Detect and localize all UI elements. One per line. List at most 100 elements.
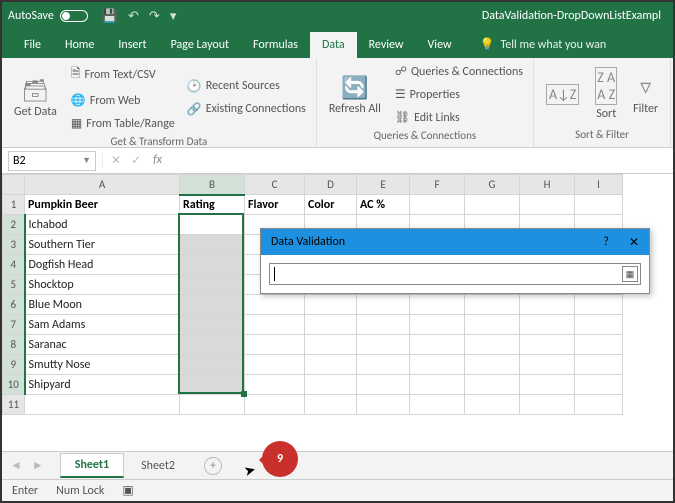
sheet-tab-2[interactable]: Sheet2 [126,454,190,477]
cell-C11[interactable] [245,395,305,415]
cell-G10[interactable] [465,375,520,395]
cell-A1[interactable]: Pumpkin Beer [25,195,180,215]
col-header-E[interactable]: E [357,175,410,195]
chevron-down-icon[interactable]: ▼ [82,155,91,166]
range-picker-icon[interactable]: ▦ [622,266,638,282]
cell-A9[interactable]: Smutty Nose [25,355,180,375]
data-validation-dialog[interactable]: Data Validation ? ✕ ▦ [260,228,650,294]
queries-button[interactable]: ☍Queries & Connections [393,62,525,81]
cell-B8[interactable] [180,335,245,355]
row-header-8[interactable]: 8 [3,335,25,355]
cell-E6[interactable] [357,295,410,315]
row-header-5[interactable]: 5 [3,275,25,295]
tab-data[interactable]: Data [310,32,357,58]
cell-A11[interactable] [25,395,180,415]
recent-sources-button[interactable]: 🕑Recent Sources [185,77,308,96]
source-range-input[interactable]: ▦ [269,263,641,285]
cell-H10[interactable] [520,375,575,395]
cell-H11[interactable] [520,395,575,415]
cell-B1[interactable]: Rating [180,195,245,215]
cell-B4[interactable] [180,255,245,275]
row-header-7[interactable]: 7 [3,315,25,335]
cell-D11[interactable] [305,395,357,415]
row-header-6[interactable]: 6 [3,295,25,315]
enter-icon[interactable]: ✓ [131,153,141,168]
cell-D1[interactable]: Color [305,195,357,215]
col-header-D[interactable]: D [305,175,357,195]
cell-C1[interactable]: Flavor [245,195,305,215]
cell-C7[interactable] [245,315,305,335]
cell-F1[interactable] [410,195,465,215]
from-web-button[interactable]: 🌐From Web [69,91,177,110]
cell-G7[interactable] [465,315,520,335]
cell-D6[interactable] [305,295,357,315]
cell-E7[interactable] [357,315,410,335]
cell-I1[interactable] [575,195,623,215]
cell-D9[interactable] [305,355,357,375]
sort-button[interactable]: Z AA ZSort [591,65,621,123]
cell-B3[interactable] [180,235,245,255]
refresh-all-button[interactable]: 🔄 Refresh All [325,72,385,117]
cell-G8[interactable] [465,335,520,355]
col-header-B[interactable]: B [180,175,245,195]
cell-B2[interactable] [180,215,245,235]
cell-E8[interactable] [357,335,410,355]
cell-A4[interactable]: Dogfish Head [25,255,180,275]
close-icon[interactable]: ✕ [629,235,639,250]
next-sheet-icon[interactable]: ► [32,458,44,473]
cell-H8[interactable] [520,335,575,355]
get-data-button[interactable]: 🗃 Get Data [10,75,61,120]
cell-F6[interactable] [410,295,465,315]
tab-insert[interactable]: Insert [106,32,158,58]
col-header-C[interactable]: C [245,175,305,195]
redo-icon[interactable]: ↷ [149,9,160,24]
cell-B9[interactable] [180,355,245,375]
cell-B5[interactable] [180,275,245,295]
tab-formulas[interactable]: Formulas [241,32,310,58]
cell-A8[interactable]: Saranac [25,335,180,355]
cancel-icon[interactable]: ✕ [111,153,121,168]
cell-I10[interactable] [575,375,623,395]
cell-H1[interactable] [520,195,575,215]
cell-A7[interactable]: Sam Adams [25,315,180,335]
cell-G11[interactable] [465,395,520,415]
tab-page-layout[interactable]: Page Layout [159,32,241,58]
cell-H6[interactable] [520,295,575,315]
row-header-10[interactable]: 10 [3,375,25,395]
cell-E9[interactable] [357,355,410,375]
tab-file[interactable]: File [12,32,53,58]
cell-D10[interactable] [305,375,357,395]
col-header-H[interactable]: H [520,175,575,195]
filter-button[interactable]: ▿Filter [629,71,662,118]
cell-A5[interactable]: Shocktop [25,275,180,295]
cell-I6[interactable] [575,295,623,315]
cell-A10[interactable]: Shipyard [25,375,180,395]
cell-G1[interactable] [465,195,520,215]
row-header-11[interactable]: 11 [3,395,25,415]
sheet-tab-1[interactable]: Sheet1 [60,453,124,478]
cell-D8[interactable] [305,335,357,355]
cell-F7[interactable] [410,315,465,335]
row-header-4[interactable]: 4 [3,255,25,275]
cell-C9[interactable] [245,355,305,375]
tell-me-search[interactable]: 💡 Tell me what you wan [480,37,607,58]
cell-B7[interactable] [180,315,245,335]
autosave-toggle[interactable]: AutoSave [8,9,88,23]
toggle-off-icon[interactable] [60,10,88,22]
col-header-F[interactable]: F [410,175,465,195]
cell-F11[interactable] [410,395,465,415]
cell-I9[interactable] [575,355,623,375]
cell-I11[interactable] [575,395,623,415]
cell-C10[interactable] [245,375,305,395]
cell-B10[interactable] [180,375,245,395]
prev-sheet-icon[interactable]: ◄ [10,458,22,473]
tab-review[interactable]: Review [357,32,416,58]
name-box[interactable]: B2 ▼ [8,151,96,171]
row-header-3[interactable]: 3 [3,235,25,255]
cell-I7[interactable] [575,315,623,335]
cell-F9[interactable] [410,355,465,375]
cell-G6[interactable] [465,295,520,315]
cell-A3[interactable]: Southern Tier [25,235,180,255]
cell-B6[interactable] [180,295,245,315]
sort-asc-button[interactable]: A↓Z [542,82,583,107]
